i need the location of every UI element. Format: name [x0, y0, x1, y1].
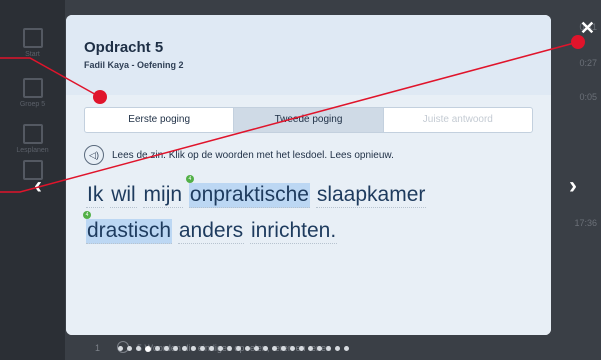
pagination-dot[interactable]	[281, 346, 286, 351]
sentence-word[interactable]: inrichten.	[249, 219, 338, 244]
sentence-word-highlighted[interactable]: 4 drastisch	[83, 211, 173, 244]
sentence-word[interactable]: wil	[110, 183, 137, 208]
attempt-tabs: Eerste poging Tweede poging Juiste antwo…	[84, 107, 533, 133]
sidebar-item-start[interactable]: Start	[10, 28, 55, 58]
time-label: 0:05	[579, 92, 597, 102]
pagination-dot[interactable]	[155, 346, 160, 351]
pagination-dot[interactable]	[136, 346, 141, 351]
row-number: 1	[95, 343, 101, 353]
modal-header: Opdracht 5 Fadil Kaya - Oefening 2	[66, 15, 551, 95]
pagination-dot[interactable]	[191, 346, 196, 351]
previous-arrow-icon[interactable]: ‹	[34, 172, 42, 200]
tab-second-attempt[interactable]: Tweede poging	[234, 108, 384, 132]
pagination-dot[interactable]	[299, 346, 304, 351]
pagination-dot[interactable]	[145, 346, 151, 352]
instruction-row: ◁) Lees de zin. Klik op de woorden met h…	[84, 145, 394, 165]
pagination-dot[interactable]	[200, 346, 205, 351]
modal-subtitle: Fadil Kaya - Oefening 2	[84, 60, 184, 70]
sidebar-item-lesplanen[interactable]: Lesplanen	[10, 124, 55, 154]
sidebar-item-label: Lesplanen	[16, 147, 49, 154]
sentence-line-2: 4 drastisch anders inrichten.	[83, 211, 338, 244]
tab-first-attempt[interactable]: Eerste poging	[85, 108, 235, 132]
time-label: 0:27	[579, 58, 597, 68]
sentence-word[interactable]: anders	[177, 219, 245, 244]
sidebar-item-label: Start	[25, 51, 40, 58]
pagination-dot[interactable]	[317, 346, 322, 351]
sentence-line-1: Ik wil mijn 4 onpraktische slaapkamer	[86, 175, 427, 208]
word-text: drastisch	[87, 219, 172, 242]
next-arrow-icon[interactable]: ›	[569, 172, 577, 200]
sidebar-item-groep[interactable]: Groep 5	[10, 78, 55, 108]
pagination-dot[interactable]	[245, 346, 250, 351]
pagination-dot[interactable]	[290, 346, 295, 351]
sidebar-item-document[interactable]	[10, 160, 55, 183]
home-icon	[22, 28, 43, 48]
pagination-dot[interactable]	[308, 346, 313, 351]
exercise-modal: Opdracht 5 Fadil Kaya - Oefening 2 Eerst…	[66, 15, 551, 335]
pagination-dot[interactable]	[218, 346, 223, 351]
time-label: 17:36	[574, 218, 597, 228]
close-icon[interactable]: ✕	[580, 18, 595, 39]
word-text: onpraktische	[189, 183, 309, 206]
group-icon	[22, 78, 43, 98]
pagination-dot[interactable]	[209, 346, 214, 351]
sidebar-item-label: Groep 5	[19, 101, 46, 108]
calendar-icon	[22, 124, 43, 144]
pagination-dot[interactable]	[182, 346, 187, 351]
pagination-dot[interactable]	[173, 346, 178, 351]
marker-badge: 4	[83, 211, 91, 219]
tab-correct-answer[interactable]: Juiste antwoord	[384, 108, 532, 132]
pagination-dot[interactable]	[344, 346, 349, 351]
pagination-dot[interactable]	[236, 346, 241, 351]
pagination-dot[interactable]	[272, 346, 277, 351]
pagination-dot[interactable]	[127, 346, 132, 351]
pagination-dot[interactable]	[227, 346, 232, 351]
marker-badge: 4	[185, 175, 194, 183]
modal-title: Opdracht 5	[84, 39, 164, 56]
modal-body: Eerste poging Tweede poging Juiste antwo…	[66, 95, 551, 335]
sentence-word[interactable]: mijn	[142, 183, 184, 208]
pagination-dot[interactable]	[263, 346, 268, 351]
pagination-dot[interactable]	[254, 346, 259, 351]
sidebar: Start Groep 5 Lesplanen	[0, 0, 65, 360]
pagination-dot[interactable]	[326, 346, 331, 351]
pagination-dot[interactable]	[164, 346, 169, 351]
speaker-icon[interactable]: ◁)	[84, 145, 104, 165]
instruction-text: Lees de zin. Klik op de woorden met het …	[112, 149, 394, 161]
pagination-dot[interactable]	[118, 346, 123, 351]
sentence-word[interactable]: Ik	[86, 183, 105, 208]
pagination-dots	[118, 346, 349, 352]
pagination-dot[interactable]	[335, 346, 340, 351]
sentence-word[interactable]: slaapkamer	[315, 183, 427, 208]
sentence-word-highlighted[interactable]: 4 onpraktische	[185, 175, 310, 208]
